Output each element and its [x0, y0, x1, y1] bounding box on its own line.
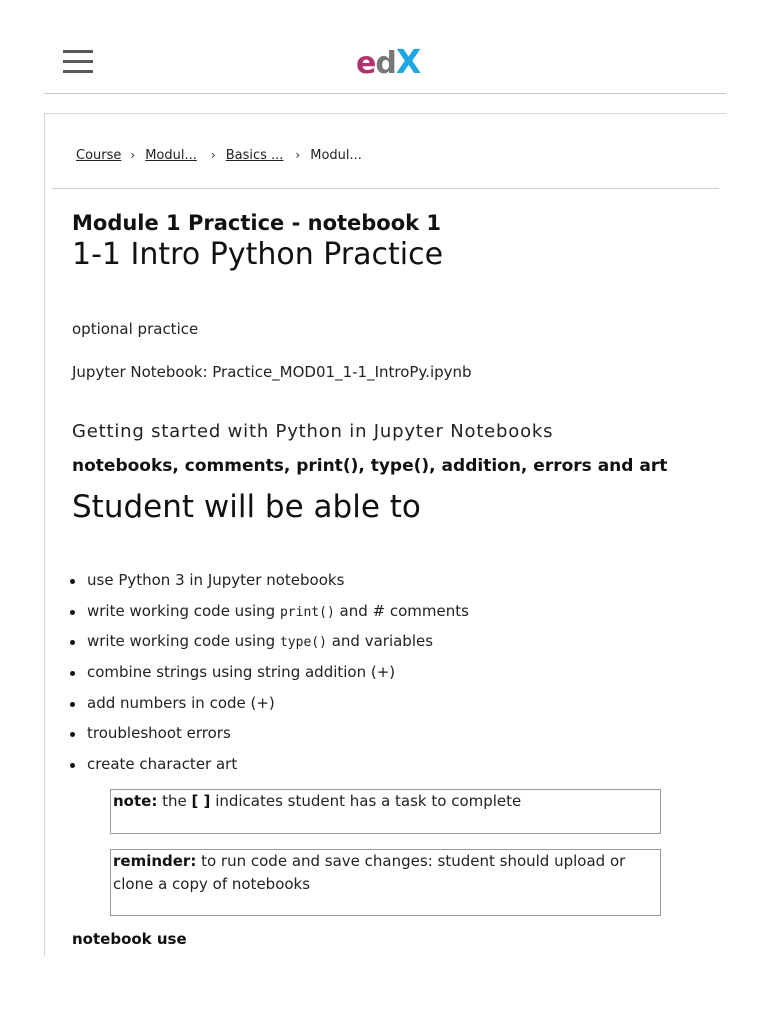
- breadcrumb-course[interactable]: Course: [76, 148, 121, 163]
- breadcrumb: Course › Modul... › Basics ... › Modul..…: [76, 145, 362, 165]
- list-item-text: combine strings using string addition (+…: [87, 663, 396, 682]
- list-item-text: troubleshoot errors: [87, 724, 231, 743]
- hamburger-line: [63, 60, 93, 63]
- student-heading: Student will be able to: [72, 489, 421, 525]
- unit-header: Module 1 Practice - notebook 1 1-1 Intro…: [72, 206, 672, 272]
- logo-letter-e: e: [356, 46, 376, 81]
- chevron-right-icon: ›: [210, 148, 216, 162]
- list-item-text: and # comments: [334, 601, 469, 620]
- breadcrumb-basics[interactable]: Basics ...: [226, 148, 284, 163]
- list-item: use Python 3 in Jupyter notebooks: [70, 568, 469, 599]
- list-item: write working code using print() and # c…: [70, 599, 469, 630]
- list-item-text: create character art: [87, 755, 238, 774]
- breadcrumb-current: Modul...: [310, 147, 362, 163]
- logo-letter-x: X: [395, 42, 421, 81]
- list-item-text: write working code using: [87, 601, 280, 620]
- getting-started-heading: Getting started with Python in Jupyter N…: [72, 421, 554, 442]
- notebook-use-heading: notebook use: [72, 930, 187, 948]
- notebook-file-text: Jupyter Notebook: Practice_MOD01_1-1_Int…: [72, 363, 472, 381]
- topics-heading: notebooks, comments, print(), type(), ad…: [72, 456, 668, 476]
- list-item: add numbers in code (+): [70, 691, 469, 722]
- optional-text: optional practice: [72, 320, 199, 338]
- note-label: note:: [113, 792, 158, 810]
- list-item: combine strings using string addition (+…: [70, 660, 469, 691]
- breadcrumb-divider: [52, 188, 719, 189]
- edx-logo[interactable]: edX: [356, 42, 421, 82]
- hamburger-line: [63, 70, 93, 73]
- note-box: note: the [ ] indicates student has a ta…: [110, 789, 661, 834]
- objectives-list: use Python 3 in Jupyter notebooks write …: [70, 568, 469, 783]
- reminder-box: reminder: to run code and save changes: …: [110, 849, 661, 916]
- list-item-text: add numbers in code (+): [87, 693, 275, 712]
- hamburger-icon[interactable]: [63, 50, 93, 74]
- list-item: create character art: [70, 752, 469, 783]
- list-item-text: use Python 3 in Jupyter notebooks: [87, 571, 345, 589]
- top-bar: edX: [44, 0, 726, 94]
- list-item-text: and variables: [326, 632, 434, 651]
- note-text: the: [157, 792, 192, 810]
- chevron-right-icon: ›: [295, 148, 301, 162]
- list-item: write working code using type() and vari…: [70, 629, 469, 660]
- note-text: indicates student has a task to complete: [210, 792, 522, 810]
- logo-letter-d: d: [375, 46, 397, 81]
- chevron-right-icon: ›: [130, 148, 136, 162]
- list-item-text: write working code using: [87, 632, 280, 651]
- breadcrumb-module[interactable]: Modul...: [145, 148, 197, 163]
- inline-code: print(): [279, 604, 335, 620]
- unit-subtitle: Module 1 Practice - notebook 1: [72, 211, 442, 235]
- reminder-label: reminder:: [113, 852, 197, 870]
- list-item: troubleshoot errors: [70, 721, 469, 752]
- task-brackets: [ ]: [191, 792, 211, 810]
- hamburger-line: [63, 50, 93, 53]
- page-title: 1-1 Intro Python Practice: [72, 237, 444, 272]
- inline-code: type(): [279, 635, 327, 651]
